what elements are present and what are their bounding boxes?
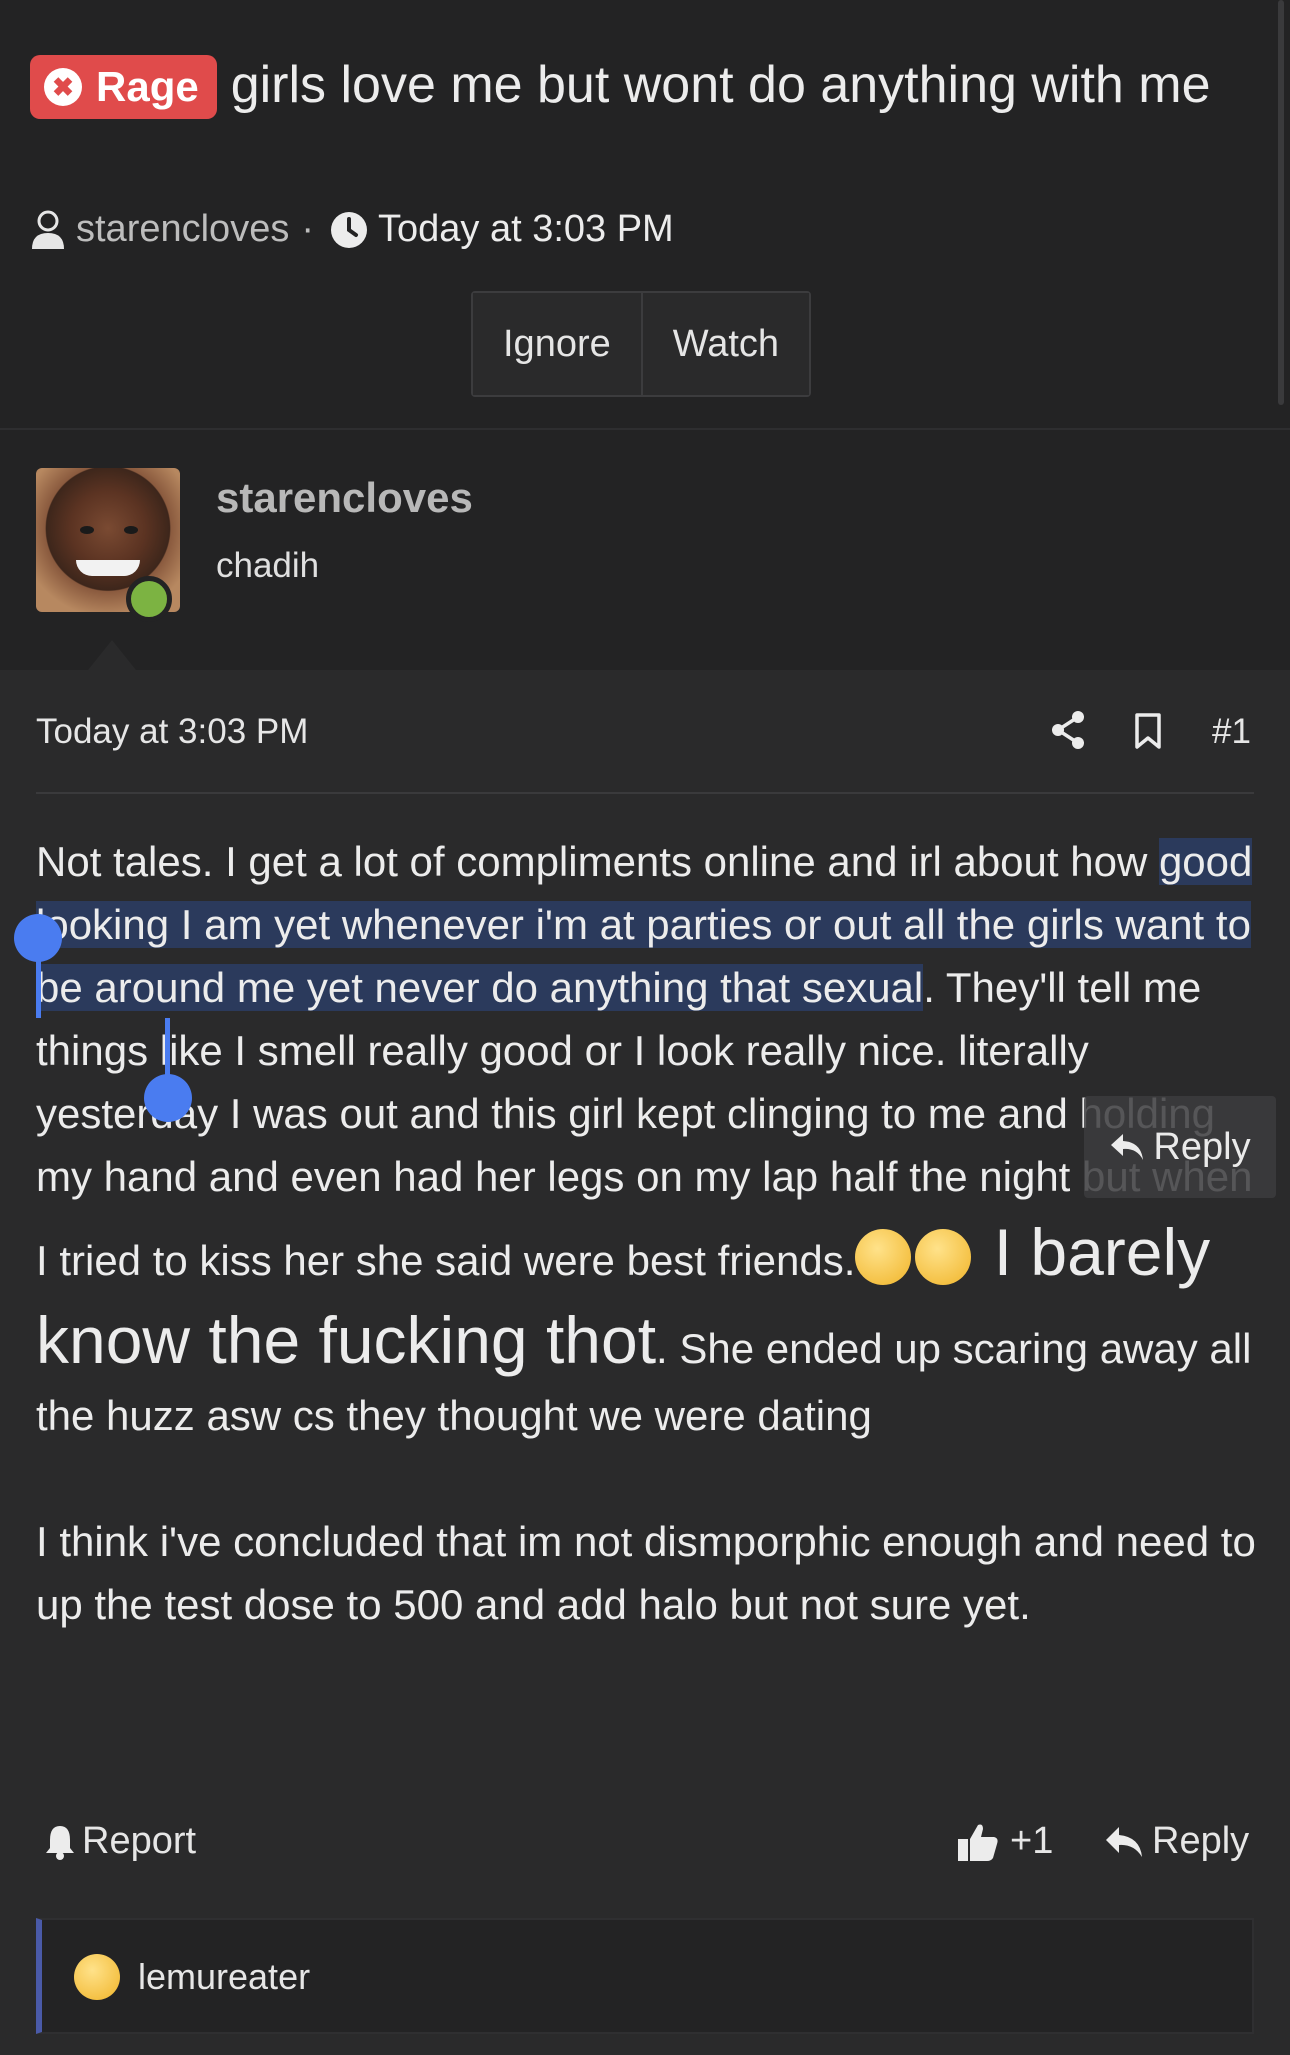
thread-meta: starencloves · Today at 3:03 PM <box>30 208 674 251</box>
share-icon[interactable] <box>1050 710 1086 750</box>
online-status-indicator <box>126 576 172 622</box>
message-paragraph-2: I think i've concluded that im not dismp… <box>36 1518 1256 1628</box>
rage-prefix-label: Rage <box>96 63 199 110</box>
message-paragraph-1: Not tales. I get a lot of compliments on… <box>36 830 1256 1447</box>
angry-face-icon: ✖ <box>44 68 82 106</box>
like-count: +1 <box>1010 1820 1054 1862</box>
avatar-eye <box>124 526 138 534</box>
thread-action-group: Ignore Watch <box>471 291 812 397</box>
watch-button[interactable]: Watch <box>640 293 810 395</box>
user-title: chadih <box>216 546 320 585</box>
avatar-eye <box>80 526 94 534</box>
quick-reply-label: Reply <box>1153 1125 1251 1168</box>
bell-icon <box>46 1825 74 1860</box>
post-number[interactable]: #1 <box>1212 712 1251 752</box>
sad-emoji-icon <box>74 1954 120 2000</box>
bookmark-icon[interactable] <box>1134 712 1162 750</box>
scrollbar[interactable] <box>1278 0 1284 405</box>
post-timestamp[interactable]: Today at 3:03 PM <box>36 712 308 752</box>
message-text: Not tales. I get a lot of compliments on… <box>36 838 1159 885</box>
rage-prefix-badge[interactable]: ✖ Rage <box>30 55 217 119</box>
worried-emoji-icon <box>855 1229 912 1285</box>
ignore-button[interactable]: Ignore <box>473 293 641 395</box>
report-button[interactable]: Report <box>44 1820 196 1863</box>
post-message: Not tales. I get a lot of compliments on… <box>36 830 1256 1636</box>
meta-separator: · <box>301 208 314 250</box>
report-label: Report <box>82 1820 197 1862</box>
thread-timestamp[interactable]: Today at 3:03 PM <box>378 208 674 251</box>
quick-reply-popup[interactable]: Reply <box>1084 1096 1276 1198</box>
thread-title: ✖ Rage girls love me but wont do anything … <box>30 48 1230 122</box>
quoted-username[interactable]: lemureater <box>138 1956 310 1998</box>
thumbs-up-icon <box>958 1824 998 1861</box>
reply-label: Reply <box>1152 1820 1250 1862</box>
quoted-post[interactable]: lemureater <box>36 1918 1254 2034</box>
selection-end-handle[interactable] <box>144 1074 192 1122</box>
post-pointer <box>88 640 136 670</box>
thread-title-text: girls love me but wont do anything with … <box>230 56 1211 114</box>
like-button[interactable]: +1 <box>956 1820 1053 1863</box>
thread-author[interactable]: starencloves <box>76 208 289 251</box>
reply-icon <box>1111 1134 1144 1160</box>
user-icon <box>32 210 64 249</box>
post-username[interactable]: starencloves <box>216 474 473 522</box>
post-user-header <box>0 430 1290 670</box>
clock-icon <box>330 211 367 248</box>
avatar-smile <box>76 560 140 576</box>
post-actions: Report +1 Reply <box>44 1820 1254 1876</box>
worried-emoji-icon <box>915 1229 972 1285</box>
divider <box>36 792 1254 794</box>
reply-button[interactable]: Reply <box>1104 1820 1249 1863</box>
reply-icon <box>1106 1826 1142 1857</box>
selection-start-handle[interactable] <box>14 914 62 962</box>
